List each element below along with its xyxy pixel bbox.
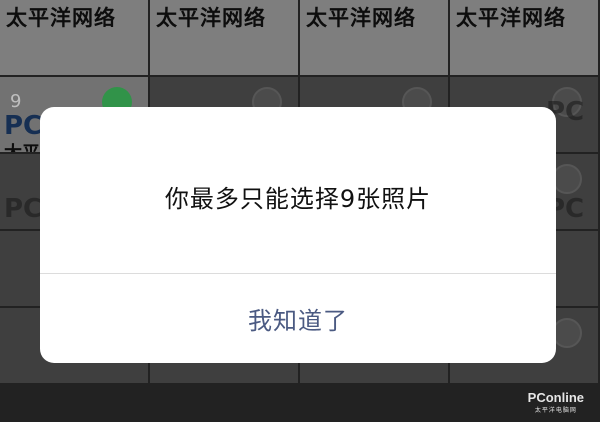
confirm-button[interactable]: 我知道了 bbox=[40, 274, 556, 363]
watermark-subtitle: 太平洋电脑网 bbox=[534, 408, 577, 414]
pconline-watermark: PConline 太平洋电脑网 bbox=[528, 390, 584, 414]
alert-dialog: 你最多只能选择9张照片 我知道了 bbox=[40, 107, 556, 363]
dialog-message: 你最多只能选择9张照片 bbox=[164, 185, 432, 213]
watermark-brand: PConline bbox=[527, 390, 584, 405]
